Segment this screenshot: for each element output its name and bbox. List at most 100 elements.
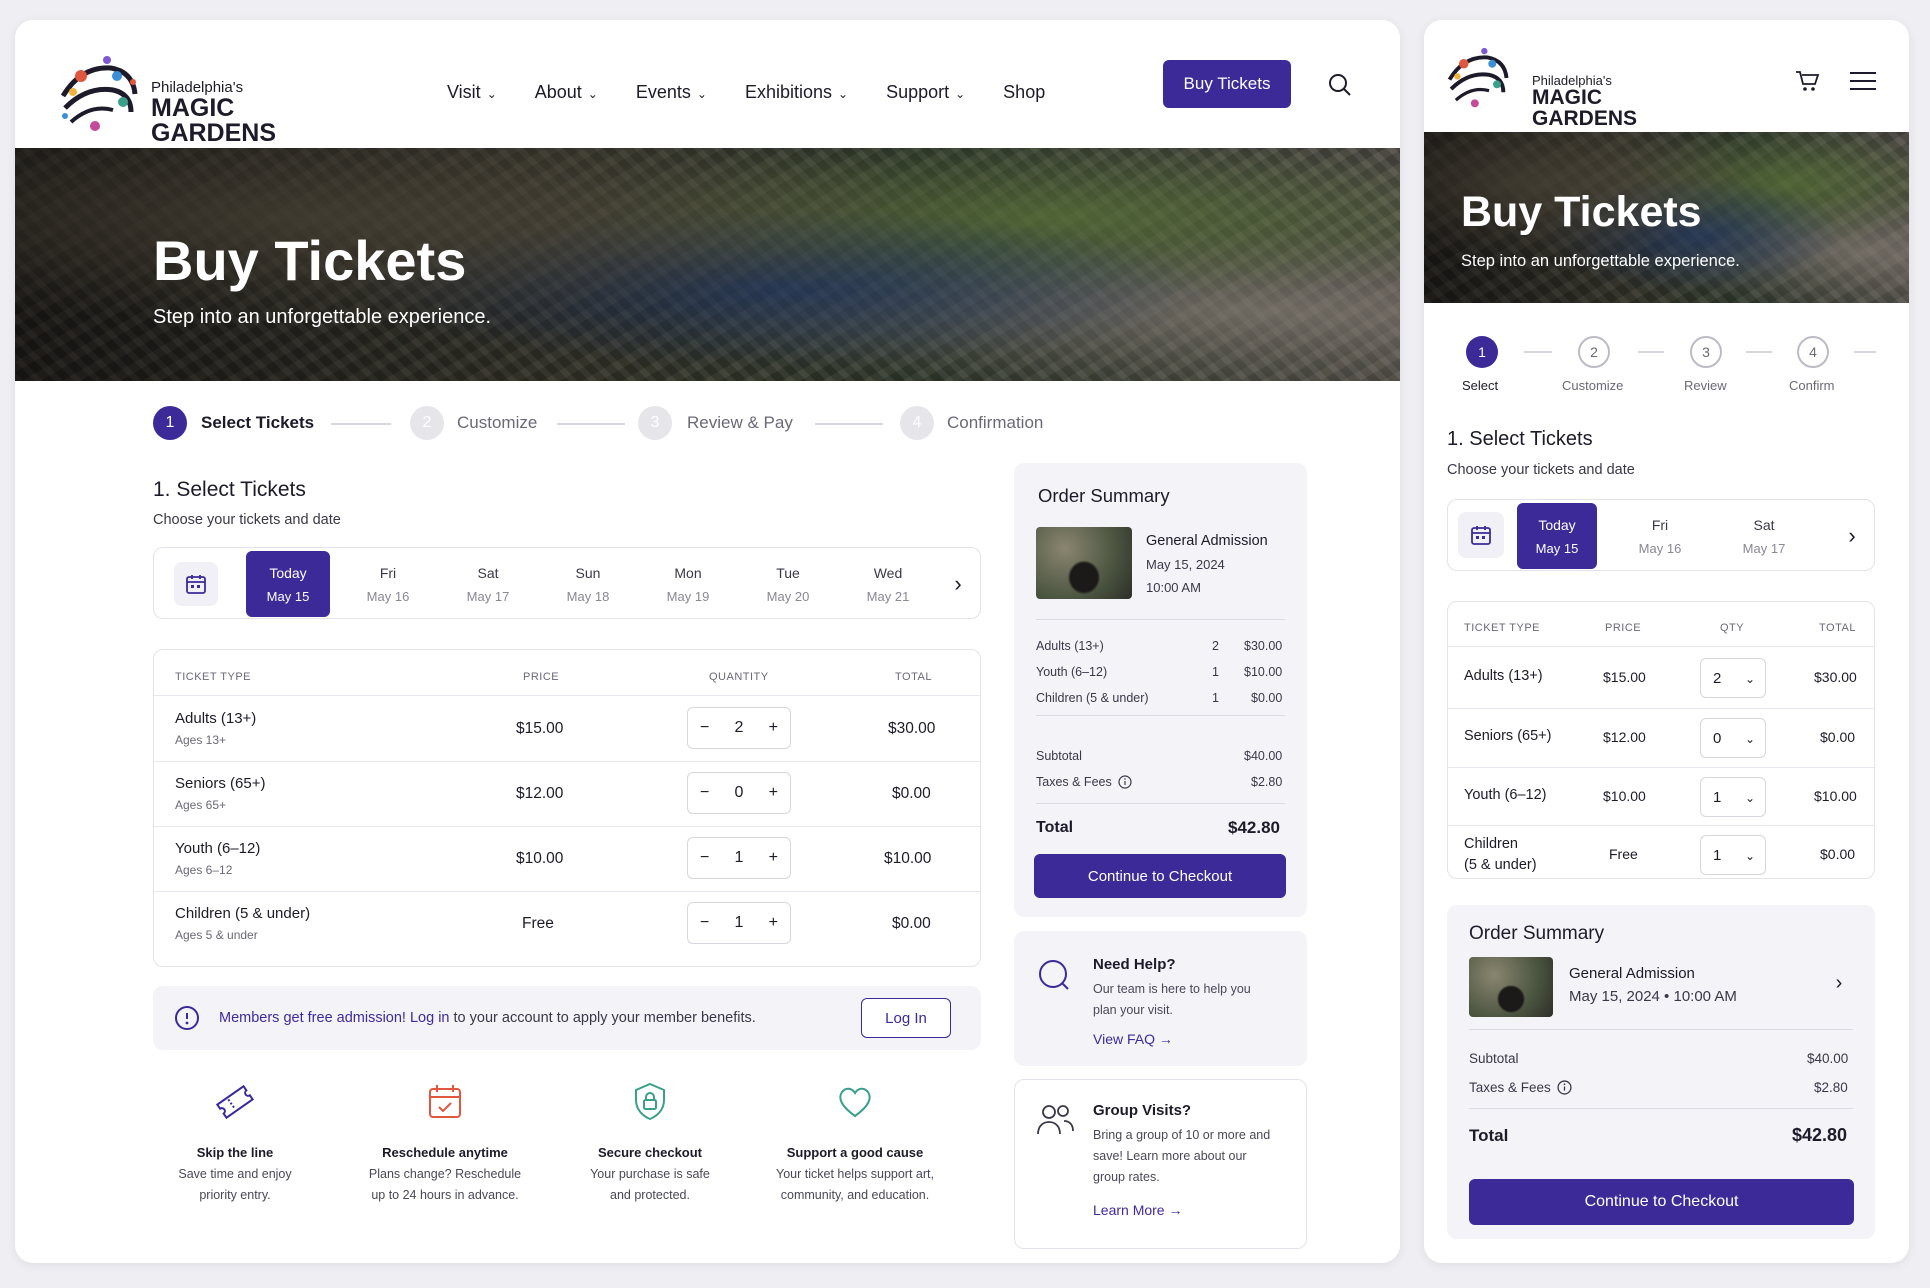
info-icon[interactable] (1557, 1080, 1572, 1095)
date-option-today[interactable]: Today May 15 (246, 551, 330, 617)
log-in-button[interactable]: Log In (861, 998, 951, 1038)
date-option[interactable]: Tue May 20 (746, 551, 830, 617)
summary-item: General Admission (1146, 533, 1268, 549)
date-option[interactable]: Fri May 16 (346, 551, 430, 617)
nav-shop[interactable]: Shop (1003, 82, 1045, 103)
plus-icon[interactable]: + (769, 849, 778, 867)
date-day: Sat (1753, 516, 1775, 533)
ticket-name: Adults (13+) (175, 710, 257, 727)
continue-to-checkout-button[interactable]: Continue to Checkout (1034, 854, 1286, 898)
brand-logo[interactable]: Philadelphia's MAGIC GARDENS (51, 46, 291, 146)
minus-icon[interactable]: − (700, 784, 709, 802)
brand-logo[interactable]: Philadelphia's MAGIC GARDENS (1440, 40, 1640, 129)
feature-desc-line: and protected. (610, 1188, 690, 1202)
info-icon[interactable] (1118, 775, 1132, 789)
date-date: May 16 (1638, 540, 1682, 556)
step-2-circle: 2 (1578, 336, 1610, 368)
date-date: May 17 (1742, 540, 1786, 556)
buy-tickets-button[interactable]: Buy Tickets (1163, 60, 1291, 108)
plus-icon[interactable]: + (769, 719, 778, 737)
step-4-label: Confirm (1789, 378, 1835, 393)
date-date: May 15 (266, 588, 310, 604)
learn-more-link[interactable]: Learn More → (1093, 1202, 1182, 1218)
section-subheading: Choose your tickets and date (1447, 462, 1635, 478)
summary-item: General Admission (1569, 965, 1695, 982)
date-day: Mon (674, 564, 702, 581)
step-divider (815, 423, 883, 425)
feature-skip-line: Skip the line Save time and enjoy priorit… (155, 1080, 315, 1206)
taxes-value: $2.80 (1814, 1080, 1848, 1095)
quantity-select[interactable]: 1 ⌄ (1700, 835, 1766, 875)
calendar-icon[interactable] (1458, 512, 1504, 558)
magic-gardens-logo-icon (59, 54, 139, 134)
date-option[interactable]: Mon May 19 (646, 551, 730, 617)
ticket-name: Children (5 & under) (175, 905, 311, 922)
step-2-circle: 2 (410, 406, 444, 440)
nav-label: About (534, 82, 582, 102)
subtotal-label: Subtotal (1036, 749, 1082, 763)
cart-icon[interactable] (1792, 66, 1822, 96)
chevron-right-icon[interactable]: › (1827, 971, 1851, 995)
feature-title: Secure checkout (597, 1145, 703, 1160)
nav-about[interactable]: About ⌄ (535, 82, 598, 103)
order-summary: Order Summary General Admission May 15, … (1014, 463, 1307, 917)
nav-exhibitions[interactable]: Exhibitions ⌄ (745, 82, 848, 103)
nav-events[interactable]: Events ⌄ (636, 82, 707, 103)
group-card: Group Visits? Bring a group of 10 or mor… (1014, 1079, 1307, 1249)
chevron-right-icon[interactable]: › (944, 570, 972, 598)
date-day: Sat (477, 564, 499, 581)
search-icon[interactable] (1325, 70, 1355, 100)
ticket-table: Ticket Type Price Quantity Total Adults … (153, 649, 981, 967)
quantity-select[interactable]: 1 ⌄ (1700, 777, 1766, 817)
help-card: Need Help? Our team is here to help you p… (1014, 931, 1307, 1066)
members-link[interactable]: Members get free admission! Log in (219, 1010, 450, 1026)
date-day: Wed (873, 564, 903, 581)
date-option[interactable]: Sat May 17 (1724, 503, 1804, 569)
summary-time: 10:00 AM (1146, 580, 1201, 595)
nav-support[interactable]: Support ⌄ (886, 82, 965, 103)
date-option[interactable]: Sun May 18 (546, 551, 630, 617)
minus-icon[interactable]: − (700, 719, 709, 737)
hero-banner: Buy Tickets Step into an unforgettable e… (1424, 132, 1909, 303)
plus-icon[interactable]: + (769, 784, 778, 802)
minus-icon[interactable]: − (700, 914, 709, 932)
feature-secure: Secure checkout Your purchase is safe and… (570, 1080, 730, 1206)
hamburger-menu-icon[interactable] (1848, 66, 1878, 96)
view-faq-link[interactable]: View FAQ → (1093, 1031, 1173, 1047)
summary-line-amount: $30.00 (1244, 639, 1283, 653)
date-option[interactable]: Sat May 17 (446, 551, 530, 617)
quantity-select[interactable]: 0 ⌄ (1700, 718, 1766, 758)
group-title: Group Visits? (1093, 1102, 1192, 1119)
summary-line-qty: 1 (1212, 691, 1219, 705)
date-option[interactable]: Wed May 21 (846, 551, 930, 617)
minus-icon[interactable]: − (700, 849, 709, 867)
quantity-value: 0 (1713, 729, 1722, 747)
continue-to-checkout-button[interactable]: Continue to Checkout (1469, 1179, 1854, 1225)
col-header-type: Ticket Type (175, 671, 252, 683)
date-option-today[interactable]: Today May 15 (1517, 503, 1597, 569)
main-nav: Visit ⌄ About ⌄ Events ⌄ Exhibitions ⌄ Suppo… (447, 82, 1045, 103)
col-header-qty: QTY (1720, 622, 1745, 634)
chevron-right-icon[interactable]: › (1838, 522, 1866, 550)
date-day: Today (269, 564, 307, 581)
step-2-label: Customize (1562, 378, 1624, 393)
feature-desc-line: priority entry. (199, 1188, 271, 1202)
quantity-select[interactable]: 2 ⌄ (1700, 658, 1766, 698)
summary-date: May 15, 2024 (1146, 557, 1225, 572)
plus-icon[interactable]: + (769, 914, 778, 932)
section-heading: 1. Select Tickets (1447, 428, 1593, 450)
help-title: Need Help? (1093, 956, 1176, 973)
chevron-down-icon: ⌄ (1744, 732, 1755, 746)
quantity-value: 1 (734, 914, 744, 931)
quantity-value: 1 (1713, 788, 1722, 806)
calendar-icon[interactable] (174, 562, 218, 606)
date-option[interactable]: Fri May 16 (1620, 503, 1700, 569)
step-3-circle: 3 (638, 406, 672, 440)
nav-visit[interactable]: Visit ⌄ (447, 82, 497, 103)
summary-datetime: May 15, 2024 • 10:00 AM (1569, 988, 1737, 1005)
feature-desc-line: community, and education. (780, 1188, 930, 1202)
ticket-name: Adults (13+) (1464, 668, 1543, 684)
group-line: save! Learn more about our (1093, 1149, 1247, 1163)
hero-subtitle: Step into an unforgettable experience. (153, 306, 492, 328)
ticket-total: $10.00 (884, 850, 932, 867)
